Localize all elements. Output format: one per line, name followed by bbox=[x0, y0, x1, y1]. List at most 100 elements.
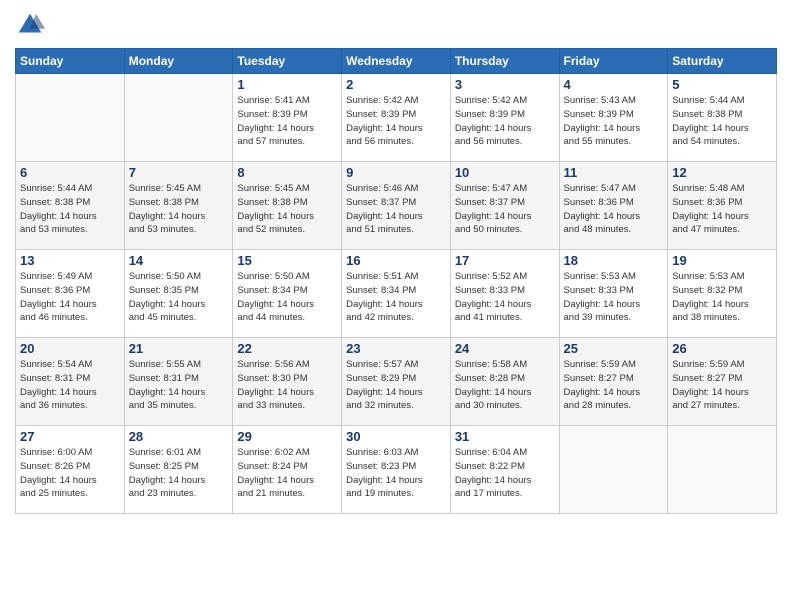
calendar-cell: 9 Sunrise: 5:46 AM Sunset: 8:37 PM Daylig… bbox=[342, 162, 451, 250]
calendar-header-sunday: Sunday bbox=[16, 49, 125, 74]
calendar-cell: 2 Sunrise: 5:42 AM Sunset: 8:39 PM Daylig… bbox=[342, 74, 451, 162]
day-info: Sunrise: 5:54 AM Sunset: 8:31 PM Dayligh… bbox=[20, 358, 120, 413]
calendar-cell: 20 Sunrise: 5:54 AM Sunset: 8:31 PM Dayli… bbox=[16, 338, 125, 426]
day-number: 16 bbox=[346, 253, 446, 268]
day-number: 8 bbox=[237, 165, 337, 180]
calendar-cell: 22 Sunrise: 5:56 AM Sunset: 8:30 PM Dayli… bbox=[233, 338, 342, 426]
day-info: Sunrise: 5:50 AM Sunset: 8:34 PM Dayligh… bbox=[237, 270, 337, 325]
day-number: 5 bbox=[672, 77, 772, 92]
day-number: 3 bbox=[455, 77, 555, 92]
calendar-header-thursday: Thursday bbox=[450, 49, 559, 74]
day-info: Sunrise: 5:46 AM Sunset: 8:37 PM Dayligh… bbox=[346, 182, 446, 237]
day-info: Sunrise: 5:53 AM Sunset: 8:32 PM Dayligh… bbox=[672, 270, 772, 325]
day-number: 31 bbox=[455, 429, 555, 444]
calendar-cell: 21 Sunrise: 5:55 AM Sunset: 8:31 PM Dayli… bbox=[124, 338, 233, 426]
calendar-cell: 11Sunrise: 5:47 AM Sunset: 8:36 PM Dayli… bbox=[559, 162, 668, 250]
day-info: Sunrise: 5:51 AM Sunset: 8:34 PM Dayligh… bbox=[346, 270, 446, 325]
calendar-cell bbox=[16, 74, 125, 162]
calendar-cell: 5 Sunrise: 5:44 AM Sunset: 8:38 PM Daylig… bbox=[668, 74, 777, 162]
day-info: Sunrise: 5:59 AM Sunset: 8:27 PM Dayligh… bbox=[564, 358, 664, 413]
calendar-cell bbox=[124, 74, 233, 162]
day-number: 21 bbox=[129, 341, 229, 356]
calendar-cell: 24 Sunrise: 5:58 AM Sunset: 8:28 PM Dayli… bbox=[450, 338, 559, 426]
day-number: 7 bbox=[129, 165, 229, 180]
day-info: Sunrise: 5:44 AM Sunset: 8:38 PM Dayligh… bbox=[672, 94, 772, 149]
day-info: Sunrise: 5:45 AM Sunset: 8:38 PM Dayligh… bbox=[129, 182, 229, 237]
day-number: 20 bbox=[20, 341, 120, 356]
calendar-cell: 23 Sunrise: 5:57 AM Sunset: 8:29 PM Dayli… bbox=[342, 338, 451, 426]
day-info: Sunrise: 6:03 AM Sunset: 8:23 PM Dayligh… bbox=[346, 446, 446, 501]
calendar-cell: 13 Sunrise: 5:49 AM Sunset: 8:36 PM Dayli… bbox=[16, 250, 125, 338]
day-number: 24 bbox=[455, 341, 555, 356]
day-number: 9 bbox=[346, 165, 446, 180]
day-info: Sunrise: 5:49 AM Sunset: 8:36 PM Dayligh… bbox=[20, 270, 120, 325]
calendar-cell bbox=[559, 426, 668, 514]
day-number: 12 bbox=[672, 165, 772, 180]
calendar-cell: 29Sunrise: 6:02 AM Sunset: 8:24 PM Dayli… bbox=[233, 426, 342, 514]
calendar-cell: 30 Sunrise: 6:03 AM Sunset: 8:23 PM Dayli… bbox=[342, 426, 451, 514]
day-number: 25 bbox=[564, 341, 664, 356]
day-info: Sunrise: 6:02 AM Sunset: 8:24 PM Dayligh… bbox=[237, 446, 337, 501]
calendar-cell: 18 Sunrise: 5:53 AM Sunset: 8:33 PM Dayli… bbox=[559, 250, 668, 338]
day-number: 19 bbox=[672, 253, 772, 268]
day-info: Sunrise: 5:55 AM Sunset: 8:31 PM Dayligh… bbox=[129, 358, 229, 413]
calendar-header-friday: Friday bbox=[559, 49, 668, 74]
day-number: 22 bbox=[237, 341, 337, 356]
day-info: Sunrise: 6:04 AM Sunset: 8:22 PM Dayligh… bbox=[455, 446, 555, 501]
day-info: Sunrise: 6:01 AM Sunset: 8:25 PM Dayligh… bbox=[129, 446, 229, 501]
day-info: Sunrise: 5:53 AM Sunset: 8:33 PM Dayligh… bbox=[564, 270, 664, 325]
calendar-week-row: 20 Sunrise: 5:54 AM Sunset: 8:31 PM Dayli… bbox=[16, 338, 777, 426]
day-info: Sunrise: 5:41 AM Sunset: 8:39 PM Dayligh… bbox=[237, 94, 337, 149]
calendar-week-row: 13 Sunrise: 5:49 AM Sunset: 8:36 PM Dayli… bbox=[16, 250, 777, 338]
day-info: Sunrise: 5:59 AM Sunset: 8:27 PM Dayligh… bbox=[672, 358, 772, 413]
calendar-week-row: 1 Sunrise: 5:41 AM Sunset: 8:39 PM Daylig… bbox=[16, 74, 777, 162]
calendar-cell: 7 Sunrise: 5:45 AM Sunset: 8:38 PM Daylig… bbox=[124, 162, 233, 250]
calendar-cell: 31 Sunrise: 6:04 AM Sunset: 8:22 PM Dayli… bbox=[450, 426, 559, 514]
calendar-cell: 1 Sunrise: 5:41 AM Sunset: 8:39 PM Daylig… bbox=[233, 74, 342, 162]
calendar-cell: 27Sunrise: 6:00 AM Sunset: 8:26 PM Dayli… bbox=[16, 426, 125, 514]
calendar-cell: 12Sunrise: 5:48 AM Sunset: 8:36 PM Dayli… bbox=[668, 162, 777, 250]
day-number: 11 bbox=[564, 165, 664, 180]
calendar-header-saturday: Saturday bbox=[668, 49, 777, 74]
day-number: 6 bbox=[20, 165, 120, 180]
calendar-table: SundayMondayTuesdayWednesdayThursdayFrid… bbox=[15, 48, 777, 514]
day-info: Sunrise: 5:43 AM Sunset: 8:39 PM Dayligh… bbox=[564, 94, 664, 149]
day-info: Sunrise: 6:00 AM Sunset: 8:26 PM Dayligh… bbox=[20, 446, 120, 501]
logo bbox=[15, 10, 49, 40]
calendar-week-row: 6Sunrise: 5:44 AM Sunset: 8:38 PM Daylig… bbox=[16, 162, 777, 250]
day-number: 4 bbox=[564, 77, 664, 92]
calendar-header-monday: Monday bbox=[124, 49, 233, 74]
calendar-cell: 4 Sunrise: 5:43 AM Sunset: 8:39 PM Daylig… bbox=[559, 74, 668, 162]
calendar-header-row: SundayMondayTuesdayWednesdayThursdayFrid… bbox=[16, 49, 777, 74]
calendar-header-wednesday: Wednesday bbox=[342, 49, 451, 74]
day-info: Sunrise: 5:45 AM Sunset: 8:38 PM Dayligh… bbox=[237, 182, 337, 237]
calendar-cell: 15 Sunrise: 5:50 AM Sunset: 8:34 PM Dayli… bbox=[233, 250, 342, 338]
day-number: 2 bbox=[346, 77, 446, 92]
page: SundayMondayTuesdayWednesdayThursdayFrid… bbox=[0, 0, 792, 612]
calendar-cell: 3 Sunrise: 5:42 AM Sunset: 8:39 PM Daylig… bbox=[450, 74, 559, 162]
day-number: 15 bbox=[237, 253, 337, 268]
day-number: 14 bbox=[129, 253, 229, 268]
day-number: 10 bbox=[455, 165, 555, 180]
calendar-header-tuesday: Tuesday bbox=[233, 49, 342, 74]
day-info: Sunrise: 5:42 AM Sunset: 8:39 PM Dayligh… bbox=[455, 94, 555, 149]
calendar-week-row: 27Sunrise: 6:00 AM Sunset: 8:26 PM Dayli… bbox=[16, 426, 777, 514]
day-number: 13 bbox=[20, 253, 120, 268]
day-info: Sunrise: 5:58 AM Sunset: 8:28 PM Dayligh… bbox=[455, 358, 555, 413]
day-info: Sunrise: 5:42 AM Sunset: 8:39 PM Dayligh… bbox=[346, 94, 446, 149]
day-number: 23 bbox=[346, 341, 446, 356]
day-number: 18 bbox=[564, 253, 664, 268]
calendar-cell: 26 Sunrise: 5:59 AM Sunset: 8:27 PM Dayli… bbox=[668, 338, 777, 426]
day-info: Sunrise: 5:57 AM Sunset: 8:29 PM Dayligh… bbox=[346, 358, 446, 413]
day-number: 30 bbox=[346, 429, 446, 444]
day-number: 17 bbox=[455, 253, 555, 268]
calendar-cell bbox=[668, 426, 777, 514]
day-number: 1 bbox=[237, 77, 337, 92]
calendar-cell: 25 Sunrise: 5:59 AM Sunset: 8:27 PM Dayli… bbox=[559, 338, 668, 426]
calendar-cell: 6Sunrise: 5:44 AM Sunset: 8:38 PM Daylig… bbox=[16, 162, 125, 250]
day-number: 26 bbox=[672, 341, 772, 356]
calendar-cell: 10Sunrise: 5:47 AM Sunset: 8:37 PM Dayli… bbox=[450, 162, 559, 250]
calendar-cell: 19 Sunrise: 5:53 AM Sunset: 8:32 PM Dayli… bbox=[668, 250, 777, 338]
day-info: Sunrise: 5:56 AM Sunset: 8:30 PM Dayligh… bbox=[237, 358, 337, 413]
header bbox=[15, 10, 777, 40]
